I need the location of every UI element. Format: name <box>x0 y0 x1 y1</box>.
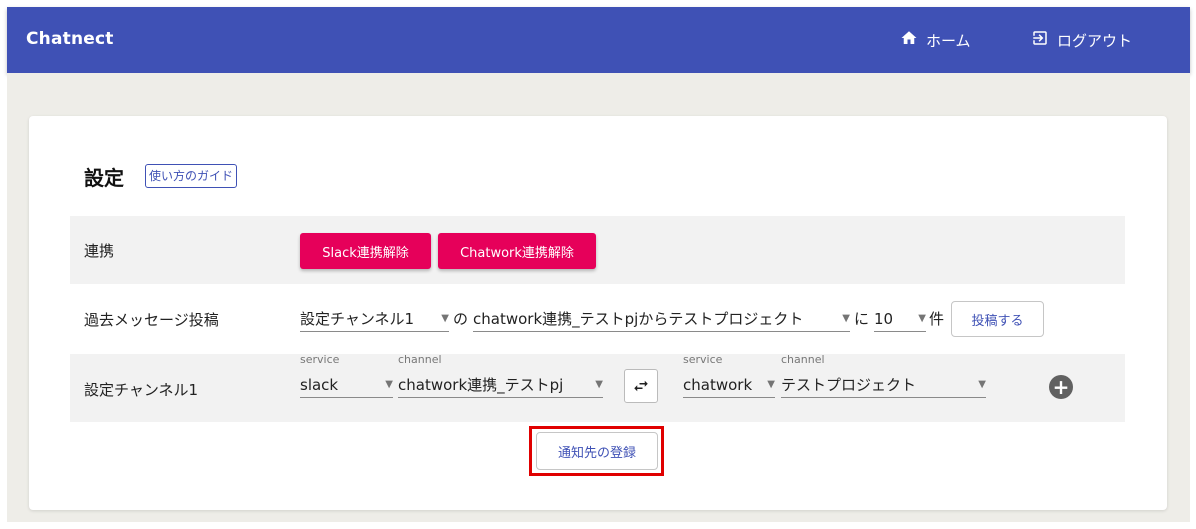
past-count-value: 10 <box>874 309 894 328</box>
chatwork-disconnect-button[interactable]: Chatwork連携解除 <box>438 233 596 269</box>
chevron-down-icon: ▼ <box>918 313 926 324</box>
integration-row: 連携 <box>70 216 1125 284</box>
past-count-select[interactable]: 10 ▼ <box>874 306 926 332</box>
slack-disconnect-button[interactable]: Slack連携解除 <box>300 233 431 269</box>
app-brand[interactable]: Chatnect <box>26 29 114 49</box>
past-channel-select[interactable]: 設定チャンネル1 ▼ <box>300 306 449 332</box>
chevron-down-icon: ▼ <box>842 313 850 324</box>
home-icon <box>900 29 918 51</box>
logout-icon <box>1031 29 1049 51</box>
right-service-select[interactable]: chatwork ▼ <box>683 372 775 398</box>
past-pair-select[interactable]: chatwork連携_テストpjからテストプロジェクト ▼ <box>473 306 850 332</box>
swap-horizontal-icon <box>634 380 648 392</box>
past-pair-value: chatwork連携_テストpjからテストプロジェクト <box>473 310 804 328</box>
left-channel-value: chatwork連携_テストpj <box>398 376 564 394</box>
chevron-down-icon: ▼ <box>385 379 393 390</box>
swap-button[interactable] <box>624 369 658 403</box>
chevron-down-icon: ▼ <box>767 379 775 390</box>
chevron-down-icon: ▼ <box>595 379 603 390</box>
right-service-value: chatwork <box>683 375 753 394</box>
page-title: 設定 <box>84 166 124 190</box>
nav-logout-link[interactable]: ログアウト <box>1031 29 1132 51</box>
left-service-select[interactable]: slack ▼ <box>300 372 393 398</box>
right-channel-caption: channel <box>781 353 825 366</box>
left-service-value: slack <box>300 375 339 394</box>
left-channel-caption: channel <box>398 353 442 366</box>
right-channel-value: テストプロジェクト <box>781 376 917 394</box>
guide-button[interactable]: 使い方のガイド <box>145 164 238 188</box>
add-circle-icon: + <box>1052 375 1070 399</box>
integration-label: 連携 <box>84 242 115 260</box>
right-service-caption: service <box>683 353 723 366</box>
right-channel-select[interactable]: テストプロジェクト ▼ <box>781 372 986 398</box>
connector-no-text: の <box>453 310 469 328</box>
chevron-down-icon: ▼ <box>441 313 449 324</box>
past-channel-value: 設定チャンネル1 <box>300 310 415 328</box>
nav-home-link[interactable]: ホーム <box>900 29 971 51</box>
connector-ni-text: に <box>854 310 870 328</box>
nav-logout-label: ログアウト <box>1057 31 1133 50</box>
left-service-caption: service <box>300 353 340 366</box>
post-button[interactable]: 投稿する <box>951 301 1044 337</box>
nav-home-label: ホーム <box>926 31 971 50</box>
chevron-down-icon: ▼ <box>978 379 986 390</box>
register-destination-button[interactable]: 通知先の登録 <box>536 432 658 470</box>
left-channel-select[interactable]: chatwork連携_テストpj ▼ <box>398 372 603 398</box>
past-messages-label: 過去メッセージ投稿 <box>84 311 219 329</box>
count-unit-text: 件 <box>929 310 945 328</box>
app-bar: Chatnect ホーム ログアウト <box>7 7 1190 73</box>
channel-setting-label: 設定チャンネル1 <box>84 381 199 399</box>
add-channel-button[interactable]: + <box>1049 375 1073 399</box>
